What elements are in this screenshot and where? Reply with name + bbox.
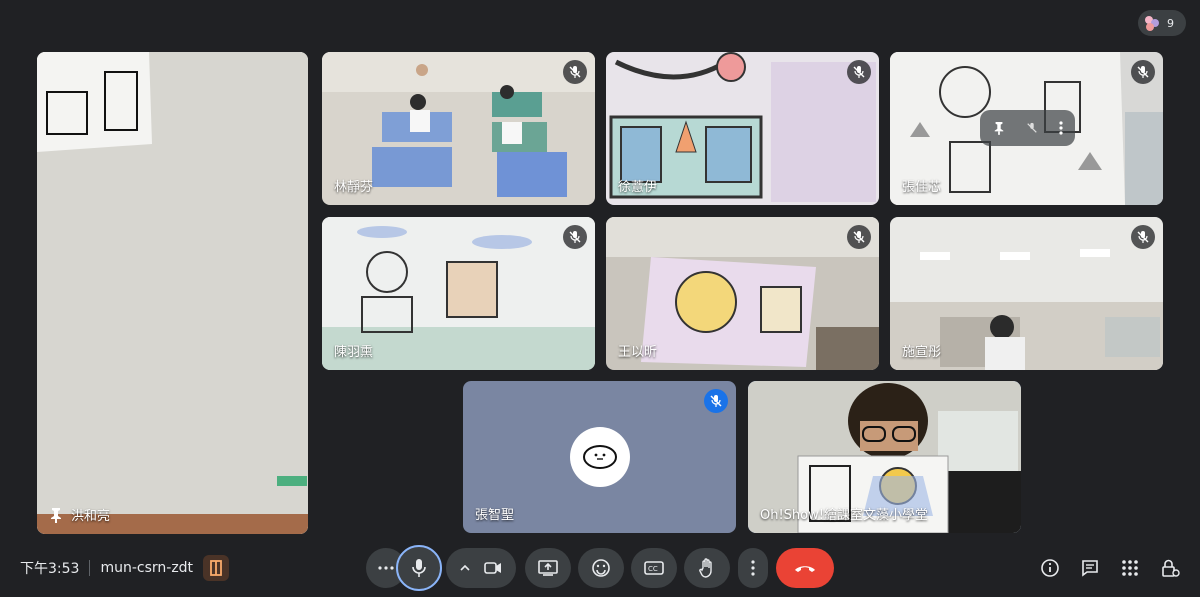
participant-tile-speaking[interactable]: Oh!Show!繪課室文藻小學堂: [748, 381, 1021, 533]
participant-tile[interactable]: 林靜芬: [322, 52, 595, 205]
participant-name: 施宣彤: [902, 345, 942, 360]
pin-icon: [49, 507, 63, 523]
hand-icon: [699, 558, 712, 578]
captions-button[interactable]: CC: [631, 548, 677, 588]
more-options-icon[interactable]: [1059, 121, 1063, 135]
muted-mic-icon: [1131, 225, 1155, 249]
participant-tile[interactable]: 施宣彤: [890, 217, 1163, 370]
host-controls-lock-icon[interactable]: [1158, 556, 1182, 580]
participant-tile[interactable]: 陳羽熏: [322, 217, 595, 370]
participant-name: 張智聖: [475, 508, 515, 523]
activities-grid-icon[interactable]: [1118, 556, 1142, 580]
raise-hand-button[interactable]: [684, 548, 730, 588]
hang-up-icon: [795, 566, 815, 572]
microphone-icon: [412, 559, 426, 577]
meeting-time: 下午3:53: [20, 561, 80, 577]
participant-name: 張佳芯: [902, 180, 942, 195]
participant-count: 9: [1167, 16, 1174, 30]
meeting-info: 下午3:53 mun-csrn-zdt: [20, 554, 230, 582]
present-screen-icon: [538, 560, 558, 576]
leave-door-button[interactable]: [203, 555, 230, 581]
mute-participant-icon[interactable]: [1026, 121, 1038, 135]
participant-name: 王以昕: [618, 345, 658, 360]
video-frame: [37, 52, 308, 534]
muted-mic-icon: [847, 225, 871, 249]
more-vertical-icon: [751, 560, 755, 576]
participant-name: Oh!Show!繪課室文藻小學堂: [760, 508, 928, 523]
tile-hover-controls: [982, 116, 1074, 140]
door-icon: [210, 560, 222, 576]
participant-name: 洪和亮: [49, 505, 110, 524]
emoji-reactions-button[interactable]: [578, 548, 624, 588]
meeting-details-icon[interactable]: [1038, 556, 1062, 580]
participant-tile-pinned[interactable]: 洪和亮: [37, 52, 308, 534]
participant-tile[interactable]: 張智聖: [463, 381, 736, 533]
participant-tile[interactable]: 張佳芯: [890, 52, 1163, 205]
captions-icon: CC: [644, 561, 664, 575]
participant-count-badge[interactable]: 9: [1138, 10, 1186, 36]
muted-mic-icon: [563, 225, 587, 249]
participant-tile[interactable]: 王以昕: [606, 217, 879, 370]
leave-call-button[interactable]: [776, 548, 834, 588]
participant-name: 徐薏伊: [618, 180, 658, 195]
emoji-icon: [592, 559, 610, 577]
muted-mic-icon: [1131, 60, 1155, 84]
ellipsis-icon: [378, 566, 394, 570]
meeting-code[interactable]: mun-csrn-zdt: [100, 560, 193, 576]
microphone-button[interactable]: [396, 545, 442, 591]
more-options-button[interactable]: [738, 548, 768, 588]
participant-tile[interactable]: 徐薏伊: [606, 52, 879, 205]
chevron-up-icon[interactable]: [460, 565, 470, 571]
svg-text:CC: CC: [648, 565, 658, 573]
present-screen-button[interactable]: [525, 548, 571, 588]
pin-icon[interactable]: [993, 121, 1005, 135]
avatars-icon: [1143, 14, 1161, 32]
muted-mic-icon: [563, 60, 587, 84]
divider: [89, 560, 91, 576]
participant-name: 陳羽熏: [334, 345, 374, 360]
participant-name: 林靜芬: [334, 180, 374, 195]
avatar: [570, 427, 630, 487]
muted-mic-icon: [847, 60, 871, 84]
muted-mic-icon: [704, 389, 728, 413]
chat-icon[interactable]: [1078, 556, 1102, 580]
camera-icon[interactable]: [484, 562, 502, 574]
camera-button-group[interactable]: [446, 548, 516, 588]
